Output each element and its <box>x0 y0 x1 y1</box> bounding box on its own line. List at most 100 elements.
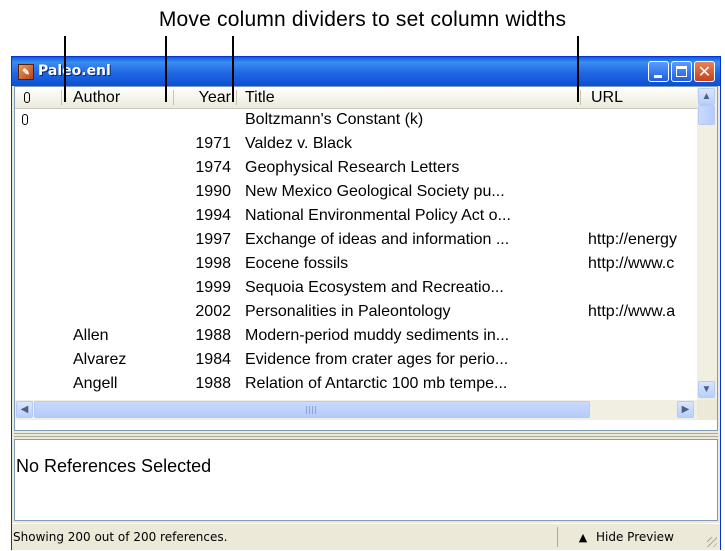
title-cell: Boltzmann's Constant (k) <box>245 111 424 128</box>
year-cell: 1994 <box>195 207 231 224</box>
scroll-down-button[interactable]: ▼ <box>698 381 715 398</box>
header-attachment[interactable] <box>24 87 30 108</box>
vertical-scroll-thumb[interactable] <box>698 105 715 125</box>
author-cell <box>73 156 169 180</box>
year-cell: 1988 <box>195 375 231 392</box>
title-cell: Modern-period muddy sediments in... <box>245 327 510 344</box>
annotation-caption: Move column dividers to set column width… <box>158 8 567 31</box>
title-cell: Relation of Antarctic 100 mb tempe... <box>245 375 508 392</box>
resize-grip-icon[interactable] <box>707 537 717 547</box>
title-cell: Geophysical Research Letters <box>245 159 460 176</box>
year-cell: 1998 <box>195 255 231 272</box>
header-title[interactable]: Title <box>245 87 275 108</box>
vertical-scrollbar[interactable]: ▲ ▼ <box>697 87 717 400</box>
status-text: Showing 200 out of 200 references. <box>13 530 228 544</box>
horizontal-scroll-thumb[interactable] <box>34 401 590 418</box>
url-cell <box>588 348 697 372</box>
horizontal-scrollbar[interactable]: ◀ ▶ <box>15 400 697 420</box>
minimize-button[interactable] <box>648 61 669 82</box>
preview-splitter[interactable] <box>14 432 718 438</box>
minimize-icon <box>654 75 662 78</box>
url-cell: http://energy <box>588 231 677 248</box>
author-cell <box>73 132 169 156</box>
title-cell: Eocene fossils <box>245 255 349 272</box>
title-cell: New Mexico Geological Society pu... <box>245 183 505 200</box>
status-bar: Showing 200 out of 200 references. ▲ Hide… <box>12 523 720 550</box>
attachment-cell <box>22 204 34 228</box>
triangle-up-icon: ▲ <box>578 531 588 544</box>
table-row[interactable]: Angell 1988 Relation of Antarctic 100 mb t… <box>15 372 697 396</box>
reference-list: Author Year Title URL Boltzmann's Consta… <box>14 86 718 431</box>
url-cell <box>588 204 697 228</box>
hide-preview-label: Hide Preview <box>596 530 674 544</box>
url-cell: http://www.a <box>588 303 676 320</box>
hide-preview-button[interactable]: ▲ Hide Preview <box>564 527 694 547</box>
column-divider-author[interactable] <box>173 90 174 105</box>
attachment-cell <box>22 252 34 276</box>
status-divider <box>557 527 558 547</box>
pointer-line-author-divider <box>165 36 167 102</box>
scroll-left-button[interactable]: ◀ <box>16 401 33 418</box>
window-title: Paleo.enl <box>38 63 111 79</box>
year-cell: 1974 <box>195 159 231 176</box>
title-cell: Sequoia Ecosystem and Recreatio... <box>245 279 504 296</box>
year-cell: 2002 <box>195 303 231 320</box>
column-divider-year[interactable] <box>236 90 237 105</box>
title-cell: Valdez v. Black <box>245 135 353 152</box>
header-author[interactable]: Author <box>73 87 120 108</box>
attachment-cell <box>22 132 34 156</box>
table-row[interactable]: 1997 Exchange of ideas and information ..… <box>15 228 697 252</box>
close-icon: ✕ <box>697 62 712 81</box>
scroll-corner <box>697 400 717 420</box>
splitter-line <box>14 433 718 434</box>
year-cell: 1999 <box>195 279 231 296</box>
url-cell <box>588 108 697 132</box>
title-cell: National Environmental Policy Act o... <box>245 207 511 224</box>
title-cell: Evidence from crater ages for perio... <box>245 351 509 368</box>
table-row[interactable]: 1974 Geophysical Research Letters <box>15 156 697 180</box>
paperclip-icon <box>22 114 28 125</box>
url-cell <box>588 276 697 300</box>
url-cell: http://www.c <box>588 255 675 272</box>
table-row[interactable]: 1990 New Mexico Geological Society pu... <box>15 180 697 204</box>
column-divider-attachment[interactable] <box>61 90 62 105</box>
author-cell: Alvarez <box>73 351 127 368</box>
preview-pane[interactable]: No References Selected <box>14 439 718 521</box>
header-year[interactable]: Year <box>175 87 231 108</box>
splitter-line <box>14 436 718 437</box>
author-cell: Angell <box>73 375 118 392</box>
url-cell <box>588 180 697 204</box>
table-row[interactable]: 1994 National Environmental Policy Act o.… <box>15 204 697 228</box>
table-row[interactable]: 2002 Personalities in Paleontology http://… <box>15 300 697 324</box>
scroll-up-button[interactable]: ▲ <box>698 88 715 105</box>
table-row[interactable]: Alvarez 1984 Evidence from crater ages for… <box>15 348 697 372</box>
maximize-icon <box>676 66 687 77</box>
header-url[interactable]: URL <box>591 87 623 108</box>
reference-rows: Boltzmann's Constant (k) 1971 Valdez v. Bl… <box>15 108 697 400</box>
table-row[interactable]: 1999 Sequoia Ecosystem and Recreatio... <box>15 276 697 300</box>
url-cell <box>588 156 697 180</box>
author-cell <box>73 276 169 300</box>
attachment-cell <box>22 372 34 396</box>
title-bar[interactable]: ✎ Paleo.enl ✕ <box>12 57 720 86</box>
year-cell <box>175 108 231 132</box>
table-row[interactable]: 1998 Eocene fossils http://www.c <box>15 252 697 276</box>
author-cell: Allen <box>73 327 109 344</box>
year-cell: 1997 <box>195 231 231 248</box>
url-cell <box>588 372 697 396</box>
pointer-line-attachment-divider <box>64 36 66 102</box>
column-divider-title[interactable] <box>580 90 581 105</box>
maximize-button[interactable] <box>671 61 692 82</box>
close-button[interactable]: ✕ <box>694 61 715 82</box>
title-cell: Exchange of ideas and information ... <box>245 231 510 248</box>
attachment-cell <box>22 180 34 204</box>
scroll-right-button[interactable]: ▶ <box>677 401 694 418</box>
table-row[interactable]: Boltzmann's Constant (k) <box>15 108 697 132</box>
preview-text: No References Selected <box>16 456 212 476</box>
table-row[interactable]: 1971 Valdez v. Black <box>15 132 697 156</box>
table-row[interactable]: Allen 1988 Modern-period muddy sediments i… <box>15 324 697 348</box>
title-cell: Personalities in Paleontology <box>245 303 451 320</box>
attachment-cell <box>22 108 34 132</box>
endnote-library-icon[interactable]: ✎ <box>18 64 34 80</box>
attachment-cell <box>22 348 34 372</box>
